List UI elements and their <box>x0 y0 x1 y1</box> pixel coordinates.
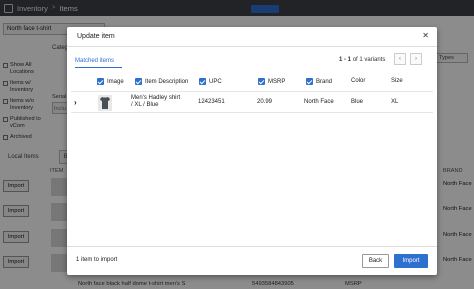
divider <box>67 46 437 47</box>
pagination-total: of 1 variants <box>352 57 386 63</box>
chevron-left-icon[interactable]: ‹ <box>394 53 406 65</box>
column-item-description[interactable]: Item Description <box>135 78 188 85</box>
checkbox-checked[interactable] <box>258 78 265 85</box>
msrp-cell: 20.99 <box>257 99 273 105</box>
table-header: Image Item Description UPC MSRP Brand Co… <box>71 76 433 89</box>
update-item-dialog: Update item ✕ Matched items 1 - 1 of 1 v… <box>67 27 437 275</box>
checkbox-checked[interactable] <box>199 78 206 85</box>
color-cell: Blue <box>351 99 364 105</box>
chevron-right-icon[interactable]: › <box>410 53 422 65</box>
column-label: Brand <box>316 78 333 85</box>
column-label: MSRP <box>268 78 286 85</box>
tab-matched-items[interactable]: Matched items <box>75 58 114 64</box>
size-cell: XL <box>391 99 399 105</box>
column-label: Item Description <box>145 78 189 85</box>
column-label: UPC <box>209 78 222 85</box>
column-size: Size <box>391 78 403 84</box>
column-color: Color <box>351 78 365 84</box>
column-image[interactable]: Image <box>97 78 124 85</box>
close-icon[interactable]: ✕ <box>422 31 429 40</box>
back-button[interactable]: Back <box>362 254 389 268</box>
active-tab-indicator <box>75 67 122 68</box>
pagination-summary: 1 - 1 of 1 variants <box>339 57 385 63</box>
column-upc[interactable]: UPC <box>199 78 222 85</box>
column-msrp[interactable]: MSRP <box>258 78 285 85</box>
column-label: Color <box>351 78 366 84</box>
checkbox-checked[interactable] <box>97 78 104 85</box>
chevron-right-icon[interactable]: › <box>74 98 77 107</box>
description-line: / XL / Blue <box>131 102 159 108</box>
import-count: 1 item to import <box>76 257 118 263</box>
table-row[interactable]: › Men's Hadley shirt / XL / Blue 1242345… <box>71 91 433 113</box>
tshirt-icon <box>100 97 110 109</box>
item-description-cell: Men's Hadley shirt / XL / Blue <box>131 95 180 109</box>
checkbox-checked[interactable] <box>135 78 142 85</box>
upc-cell: 12423451 <box>198 99 225 105</box>
checkbox-checked[interactable] <box>306 78 313 85</box>
import-button[interactable]: Import <box>394 254 428 268</box>
pagination-range: 1 - 1 <box>339 57 352 63</box>
column-label: Image <box>107 78 124 85</box>
column-brand[interactable]: Brand <box>306 78 332 85</box>
item-thumbnail <box>98 95 112 111</box>
divider <box>67 246 437 247</box>
brand-cell: North Face <box>304 99 334 105</box>
description-line: Men's Hadley shirt <box>131 95 181 101</box>
column-label: Size <box>391 78 403 84</box>
dialog-title: Update item <box>77 33 115 40</box>
